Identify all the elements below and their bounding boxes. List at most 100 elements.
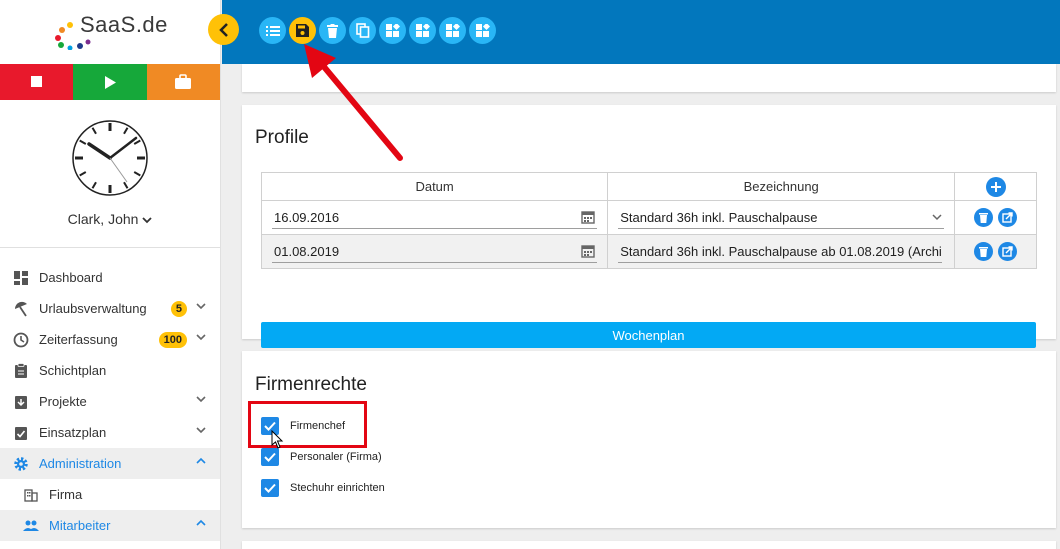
clipboard-download-icon	[12, 393, 30, 411]
stop-button[interactable]	[0, 64, 74, 100]
checkbox-personaler[interactable]: Personaler (Firma)	[261, 448, 382, 466]
widget-icon	[385, 23, 400, 37]
copy-icon	[355, 23, 369, 38]
table-row: 16.09.2016 Standard 36h inkl. Pauschalpa…	[260, 200, 1037, 235]
column-header-datum: Datum	[260, 172, 609, 201]
wochenplan-button[interactable]: Wochenplan	[261, 322, 1036, 348]
sidebar-item-label: Zeiterfassung	[39, 332, 118, 347]
column-header-bezeichnung: Bezeichnung	[607, 172, 956, 201]
sidebar-item-schichtplan[interactable]: Schichtplan	[0, 355, 220, 386]
clock-outline-icon	[12, 331, 30, 349]
bezeichnung-select[interactable]: Standard 36h inkl. Pauschalpause	[618, 207, 945, 229]
table-row: 01.08.2019 Standard 36h inkl. Pauschalpa…	[260, 234, 1037, 269]
mouse-cursor-icon	[271, 430, 284, 449]
sidebar-item-label: Projekte	[39, 394, 87, 409]
sidebar-item-zeiterfassung[interactable]: Zeiterfassung 100	[0, 324, 220, 355]
sidebar-item-label: Urlaubsverwaltung	[39, 301, 147, 316]
dashboard-icon	[12, 269, 30, 287]
bottom-card	[242, 541, 1056, 549]
widget-icon	[475, 23, 490, 37]
delete-icon	[978, 213, 988, 223]
add-cell	[954, 172, 1037, 201]
clock-icon	[72, 120, 148, 196]
building-icon	[22, 486, 40, 504]
sidebar-item-dashboard[interactable]: Dashboard	[0, 262, 220, 293]
chevron-down-icon	[196, 334, 206, 341]
firmenrechte-title: Firmenrechte	[255, 374, 367, 395]
checkbox-label: Stechuhr einrichten	[290, 482, 385, 494]
list-button[interactable]	[259, 17, 286, 44]
user-menu[interactable]: Clark, John	[0, 211, 220, 227]
briefcase-button[interactable]	[146, 64, 220, 100]
briefcase-icon	[175, 74, 192, 89]
save-icon	[296, 24, 309, 37]
list-icon	[265, 25, 280, 36]
checkbox-checked-icon[interactable]	[261, 448, 279, 466]
checkbox-label: Personaler (Firma)	[290, 451, 382, 463]
sidebar-item-label: Dashboard	[39, 270, 103, 285]
delete-icon	[978, 247, 988, 257]
play-button[interactable]	[73, 64, 147, 100]
widget-icon	[445, 23, 460, 37]
gear-icon	[12, 455, 30, 473]
bezeichnung-select[interactable]: Standard 36h inkl. Pauschalpause ab 01.0…	[618, 241, 943, 263]
open-row-button[interactable]	[998, 208, 1018, 227]
date-value: 01.08.2019	[274, 243, 340, 259]
calendar-icon[interactable]	[581, 210, 595, 224]
sidebar-item-label: Mitarbeiter	[49, 518, 111, 533]
sidebar-item-einsatzplan[interactable]: Einsatzplan	[0, 417, 220, 448]
beach-icon	[12, 300, 30, 318]
profile-table: Datum Bezeichnung 16.09.2016 Standard 36…	[260, 172, 1037, 269]
checkbox-checked-icon[interactable]	[261, 479, 279, 497]
sidebar-item-label: Schichtplan	[39, 363, 107, 378]
count-badge: 100	[158, 332, 187, 348]
sidebar-item-label: Einsatzplan	[39, 425, 107, 440]
sidebar-item-firma[interactable]: Firma	[0, 479, 220, 510]
sidebar-item-projekte[interactable]: Projekte	[0, 386, 220, 417]
bezeichnung-value: Standard 36h inkl. Pauschalpause	[620, 209, 818, 225]
plus-icon	[990, 181, 1001, 192]
table-header-row: Datum Bezeichnung	[260, 172, 1037, 201]
chevron-down-icon	[196, 396, 206, 403]
clock-area: Clark, John	[0, 100, 220, 248]
logo-text: SaaS.de	[80, 12, 168, 37]
chevron-down-icon	[196, 303, 206, 310]
open-external-icon	[1002, 212, 1014, 223]
play-icon	[104, 75, 116, 89]
widget-button[interactable]	[409, 17, 436, 44]
clipboard-check-icon	[12, 424, 30, 442]
actions-cell	[954, 200, 1037, 235]
sidebar-item-label: Administration	[39, 456, 122, 471]
count-badge: 5	[170, 301, 187, 317]
logo[interactable]: SaaS.de	[0, 0, 220, 64]
sidebar-item-mitarbeiter[interactable]: Mitarbeiter	[0, 510, 220, 541]
sidebar-item-administration[interactable]: Administration	[0, 448, 220, 479]
date-input[interactable]: 16.09.2016	[272, 207, 598, 229]
chevron-up-icon	[196, 457, 206, 464]
date-cell: 16.09.2016	[260, 200, 609, 235]
delete-row-button[interactable]	[973, 242, 993, 261]
clipboard-icon	[12, 362, 30, 380]
widget-button[interactable]	[439, 17, 466, 44]
checkbox-stechuhr[interactable]: Stechuhr einrichten	[261, 479, 385, 497]
sidebar: SaaS.de Clark, John Dashboard Urlaubsver…	[0, 0, 221, 549]
bezeichnung-cell: Standard 36h inkl. Pauschalpause ab 01.0…	[607, 234, 956, 269]
open-row-button[interactable]	[998, 242, 1018, 261]
calendar-icon[interactable]	[581, 244, 595, 258]
people-icon	[22, 517, 40, 535]
sidebar-item-urlaubsverwaltung[interactable]: Urlaubsverwaltung 5	[0, 293, 220, 324]
delete-row-button[interactable]	[973, 208, 993, 227]
open-external-icon	[1002, 246, 1014, 257]
add-profile-button[interactable]	[985, 176, 1006, 197]
widget-button[interactable]	[469, 17, 496, 44]
collapse-sidebar-button[interactable]	[208, 14, 239, 45]
user-name: Clark, John	[67, 211, 139, 227]
delete-icon	[327, 23, 338, 38]
date-input[interactable]: 01.08.2019	[272, 241, 598, 263]
actions-cell	[954, 234, 1037, 269]
widget-icon	[415, 23, 430, 37]
chevron-up-icon	[196, 519, 206, 526]
chevron-down-icon	[142, 217, 152, 224]
bezeichnung-value: Standard 36h inkl. Pauschalpause ab 01.0…	[620, 243, 943, 259]
sidebar-nav: Dashboard Urlaubsverwaltung 5 Zeiterfass…	[0, 262, 220, 541]
